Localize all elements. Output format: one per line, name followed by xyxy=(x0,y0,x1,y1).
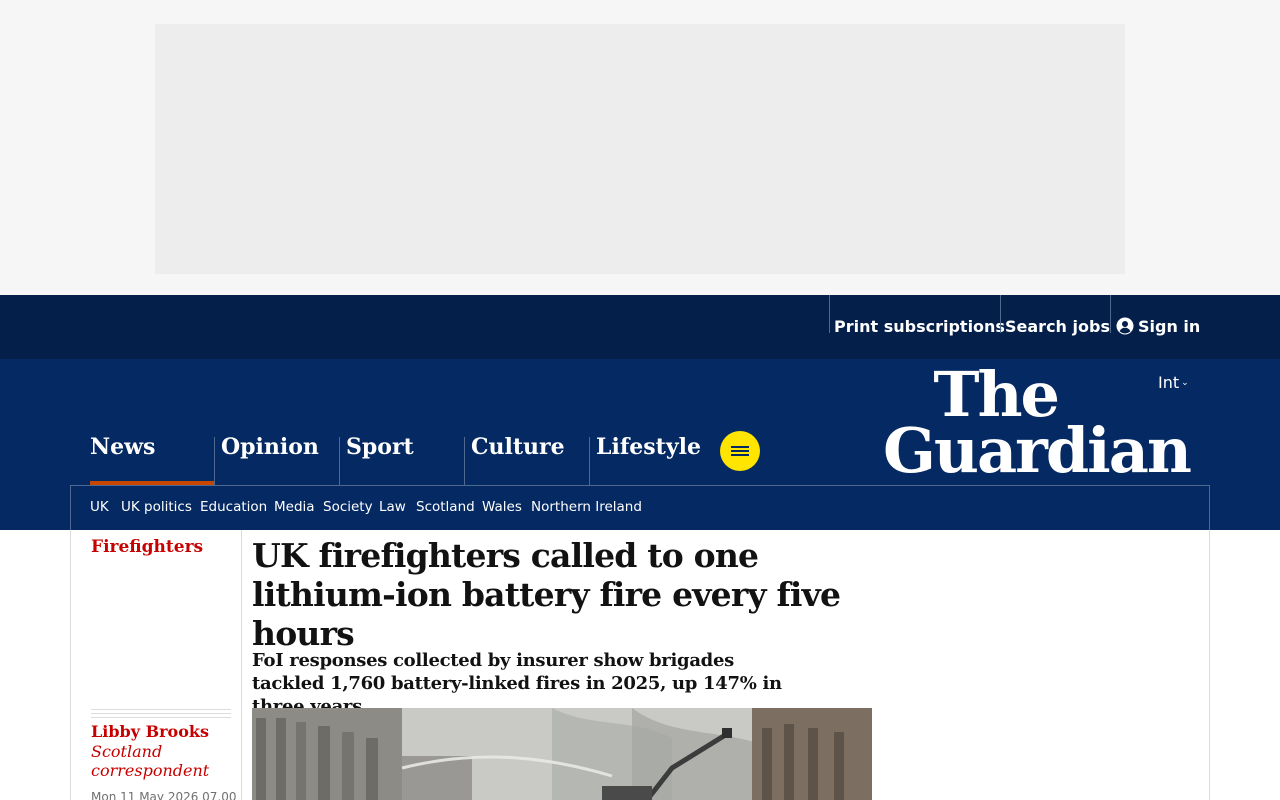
subnav-item-wales[interactable]: Wales xyxy=(482,499,522,515)
sub-nav: UK UK politics Education Media Society L… xyxy=(70,485,1210,530)
pillar-culture[interactable]: Culture xyxy=(464,434,589,485)
top-utility-bar: Print subscriptions Search jobs Sign in xyxy=(0,295,1280,359)
subnav-item-law[interactable]: Law xyxy=(379,499,406,515)
byline-role: Scotland correspondent xyxy=(91,742,210,780)
section-tag[interactable]: Firefighters xyxy=(91,537,203,557)
pillar-opinion[interactable]: Opinion xyxy=(214,434,339,485)
subnav-item-uk[interactable]: UK xyxy=(90,499,109,515)
user-icon xyxy=(1116,317,1134,335)
subnav-item-media[interactable]: Media xyxy=(274,499,315,515)
masthead: Int ⌄ The Guardian News Opinion Sport Cul… xyxy=(0,359,1280,530)
hero-image[interactable] xyxy=(252,708,872,800)
left-column-divider xyxy=(241,530,242,800)
subnav-item-society[interactable]: Society xyxy=(323,499,373,515)
subnav-item-scotland[interactable]: Scotland xyxy=(416,499,475,515)
search-jobs-link[interactable]: Search jobs xyxy=(1000,295,1110,336)
article-date: Mon 11 May 2026 07.00 xyxy=(91,790,237,800)
fire-scene-image xyxy=(252,708,872,800)
menu-icon-line xyxy=(731,446,749,448)
menu-icon-line xyxy=(731,450,749,452)
menu-button[interactable] xyxy=(720,431,760,471)
pillar-news[interactable]: News xyxy=(90,434,214,485)
print-subscriptions-label: Print subscriptions xyxy=(834,317,1005,336)
pillar-opinion-label: Opinion xyxy=(221,434,319,460)
pillar-culture-label: Culture xyxy=(471,434,565,460)
sign-in-link[interactable]: Sign in xyxy=(1110,295,1210,336)
search-jobs-label: Search jobs xyxy=(1005,317,1110,336)
pillar-lifestyle[interactable]: Lifestyle xyxy=(589,434,714,485)
pillar-lifestyle-label: Lifestyle xyxy=(596,434,701,460)
guardian-logo[interactable]: The Guardian xyxy=(866,364,1192,487)
advertisement-area xyxy=(0,0,1280,295)
subnav-item-northern-ireland[interactable]: Northern Ireland xyxy=(531,499,642,515)
pillar-news-label: News xyxy=(90,434,156,460)
print-subscriptions-link[interactable]: Print subscriptions xyxy=(829,295,1005,336)
pillar-sport[interactable]: Sport xyxy=(339,434,464,485)
menu-icon-line xyxy=(731,454,749,456)
sign-in-label: Sign in xyxy=(1138,317,1201,336)
byline-author[interactable]: Libby Brooks xyxy=(91,722,209,741)
pillar-sport-label: Sport xyxy=(346,434,414,460)
advertisement-slot[interactable] xyxy=(155,24,1125,274)
subnav-item-uk-politics[interactable]: UK politics xyxy=(121,499,192,515)
logo-line-2: Guardian xyxy=(882,414,1192,487)
subnav-item-education[interactable]: Education xyxy=(200,499,267,515)
meta-divider xyxy=(91,709,231,721)
article-headline: UK firefighters called to one lithium-io… xyxy=(252,536,841,653)
